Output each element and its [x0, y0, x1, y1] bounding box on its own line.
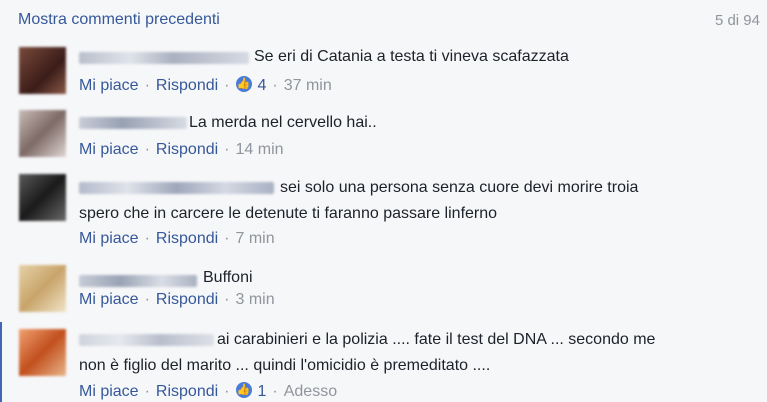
like-link[interactable]: Mi piace: [79, 230, 139, 247]
comment-actions: Mi piace · Rispondi · 14 min: [79, 141, 284, 159]
separator: ·: [224, 230, 230, 247]
author-name-redacted[interactable]: [79, 182, 274, 194]
timestamp[interactable]: 14 min: [236, 141, 284, 158]
separator: ·: [272, 383, 278, 400]
comment-actions: Mi piace · Rispondi · 👍 4 · 37 min: [79, 76, 332, 95]
like-link[interactable]: Mi piace: [79, 77, 139, 94]
timestamp[interactable]: 37 min: [284, 77, 332, 94]
timestamp[interactable]: Adesso: [284, 383, 337, 400]
author-name-redacted[interactable]: [79, 52, 249, 64]
comment-text: ai carabinieri e la polizia .... fate il…: [217, 331, 656, 348]
comment-text-continued: spero che in carcere le detenute ti fara…: [79, 205, 498, 222]
author-name-redacted[interactable]: [79, 334, 214, 346]
comment-actions: Mi piace · Rispondi · 👍 1 · Adesso: [79, 382, 337, 401]
separator: ·: [144, 77, 150, 94]
avatar[interactable]: [19, 329, 66, 376]
reply-link[interactable]: Rispondi: [156, 77, 218, 94]
comment-actions: Mi piace · Rispondi · 7 min: [79, 230, 275, 248]
comment-text: Se eri di Catania a testa ti vineva scaf…: [254, 48, 569, 65]
author-name-redacted[interactable]: [79, 117, 187, 129]
avatar[interactable]: [19, 47, 66, 94]
separator: ·: [144, 230, 150, 247]
separator: ·: [224, 77, 230, 94]
comment-text-continued: non è figlio del marito ... quindi l'omi…: [79, 357, 491, 374]
reply-link[interactable]: Rispondi: [156, 291, 218, 308]
comments-header: Mostra commenti precedenti 5 di 94: [0, 0, 767, 40]
avatar[interactable]: [19, 110, 66, 157]
comment-text: sei solo una persona senza cuore devi mo…: [280, 179, 639, 196]
reply-link[interactable]: Rispondi: [156, 141, 218, 158]
comment-text: Buffoni: [203, 269, 253, 286]
author-name-redacted[interactable]: [79, 275, 197, 287]
reply-link[interactable]: Rispondi: [156, 230, 218, 247]
avatar[interactable]: [19, 174, 66, 221]
thumbs-up-icon[interactable]: 👍: [235, 76, 252, 92]
like-link[interactable]: Mi piace: [79, 141, 139, 158]
separator: ·: [144, 383, 150, 400]
separator: ·: [144, 291, 150, 308]
comment-text: La merda nel cervello hai..: [189, 114, 377, 131]
like-link[interactable]: Mi piace: [79, 291, 139, 308]
comment: Buffoni Mi piace · Rispondi · 3 min: [0, 263, 767, 323]
separator: ·: [144, 141, 150, 158]
separator: ·: [224, 291, 230, 308]
like-link[interactable]: Mi piace: [79, 383, 139, 400]
separator: ·: [272, 77, 278, 94]
comment-new: ai carabinieri e la polizia .... fate il…: [0, 322, 767, 402]
timestamp[interactable]: 7 min: [236, 230, 275, 247]
comment: sei solo una persona senza cuore devi mo…: [0, 170, 767, 260]
show-previous-comments-link[interactable]: Mostra commenti precedenti: [18, 11, 220, 29]
reply-link[interactable]: Rispondi: [156, 383, 218, 400]
comment-count: 5 di 94: [714, 12, 760, 29]
avatar[interactable]: [19, 265, 66, 312]
separator: ·: [224, 383, 230, 400]
comment: Se eri di Catania a testa ti vineva scaf…: [0, 40, 767, 104]
separator: ·: [224, 141, 230, 158]
comment: La merda nel cervello hai.. Mi piace · Ris…: [0, 105, 767, 165]
timestamp[interactable]: 3 min: [236, 291, 275, 308]
like-count[interactable]: 4: [258, 77, 267, 94]
like-count[interactable]: 1: [258, 383, 267, 400]
comment-actions: Mi piace · Rispondi · 3 min: [79, 291, 275, 309]
thumbs-up-icon[interactable]: 👍: [235, 382, 252, 398]
